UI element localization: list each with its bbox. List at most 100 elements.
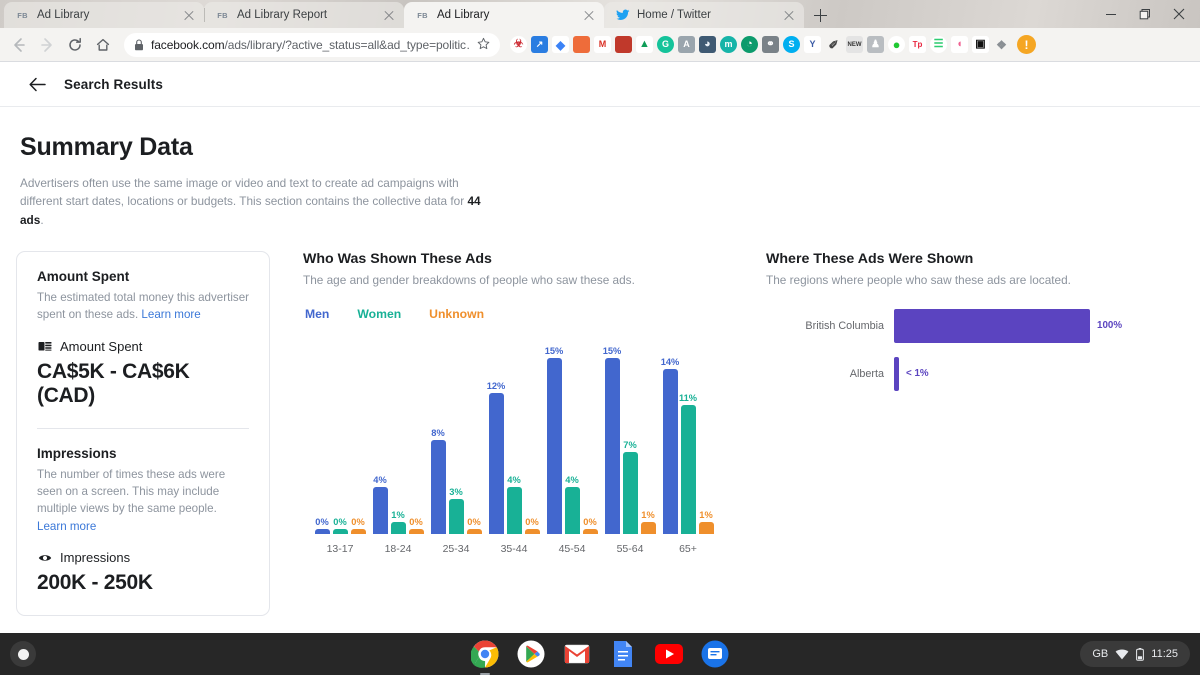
diamond-extension-icon[interactable]: ◆ — [552, 36, 569, 53]
lock-icon — [134, 38, 144, 51]
circle-m-extension-icon[interactable]: m — [720, 36, 737, 53]
chrome-app-icon[interactable] — [470, 639, 500, 669]
amount-spent-learn-more-link[interactable]: Learn more — [141, 308, 200, 321]
browser-toolbar: facebook.com/ads/library/?active_status=… — [0, 28, 1200, 62]
bar-women-35-44[interactable]: 4% — [506, 475, 522, 534]
yandex-extension-icon[interactable]: Y — [804, 36, 821, 53]
new-tab-button[interactable] — [806, 2, 834, 28]
close-icon[interactable] — [582, 8, 596, 22]
facebook-icon: FB — [217, 10, 228, 20]
address-bar[interactable]: facebook.com/ads/library/?active_status=… — [124, 32, 500, 57]
bar-value-label: 15% — [544, 345, 564, 356]
docs-app-icon[interactable] — [608, 639, 638, 669]
shield-extension-icon[interactable]: ⚭ — [762, 36, 779, 53]
bar-unknown-45-54[interactable]: 0% — [582, 517, 598, 534]
chart-legend: Men Women Unknown — [303, 307, 730, 321]
diagonal-arrow-extension-icon[interactable]: ↗ — [531, 36, 548, 53]
bar-unknown-18-24[interactable]: 0% — [408, 517, 424, 534]
moon-extension-icon[interactable]: ◕ — [699, 36, 716, 53]
eyedropper-extension-icon[interactable]: ✐ — [825, 36, 842, 53]
forward-icon[interactable] — [34, 32, 60, 58]
play-store-app-icon[interactable] — [516, 639, 546, 669]
picture-in-picture-extension-icon[interactable]: ▣ — [972, 36, 989, 53]
browser-tab-4[interactable]: Home / Twitter — [604, 2, 804, 28]
bar-unknown-65+[interactable]: 1% — [698, 510, 714, 534]
browser-tab-1[interactable]: FB Ad Library — [4, 2, 204, 28]
close-icon[interactable] — [782, 8, 796, 22]
tab-title: Ad Library Report — [237, 9, 328, 21]
bar-value-label: 0% — [315, 516, 329, 527]
region-value-label: 100% — [1097, 320, 1123, 332]
profile-avatar[interactable]: ! — [1017, 35, 1036, 54]
honey-extension-icon[interactable]: ☣ — [510, 36, 527, 53]
system-tray[interactable]: GB 11:25 — [1080, 641, 1190, 667]
bar-women-25-34[interactable]: 3% — [448, 487, 464, 534]
bar-men-13-17[interactable]: 0% — [314, 517, 330, 534]
summary-subtitle: Advertisers often use the same image or … — [0, 174, 500, 229]
regions-bar-list: British Columbia 100% Alberta < 1% — [766, 308, 1200, 391]
demographics-section: Who Was Shown These Ads The age and gend… — [270, 251, 730, 555]
legend-item-men[interactable]: Men — [305, 307, 329, 321]
youtube-app-icon[interactable] — [654, 639, 684, 669]
bar-men-35-44[interactable]: 12% — [487, 381, 505, 534]
amount-spent-title: Amount Spent — [37, 268, 130, 284]
legend-item-women[interactable]: Women — [357, 307, 401, 321]
region-bar-alberta[interactable] — [894, 356, 899, 391]
person-extension-icon[interactable]: ♟ — [867, 36, 884, 53]
bar-women-55-64[interactable]: 7% — [622, 440, 638, 534]
bookmark-star-icon[interactable] — [477, 37, 490, 53]
google-drive-extension-icon[interactable]: ▲ — [636, 36, 653, 53]
bar-unknown-55-64[interactable]: 1% — [640, 510, 656, 534]
bar-value-label: 14% — [660, 357, 680, 368]
gmail-extension-icon[interactable]: M — [594, 36, 611, 53]
bar-unknown-25-34[interactable]: 0% — [466, 517, 482, 534]
amount-spent-metric-label: Amount Spent — [60, 338, 143, 354]
close-icon[interactable] — [382, 8, 396, 22]
page-content: Search Results Summary Data Advertisers … — [0, 62, 1200, 633]
minimize-button[interactable] — [1094, 0, 1128, 28]
bar-unknown-35-44[interactable]: 0% — [524, 517, 540, 534]
browser-tab-2[interactable]: FB Ad Library Report — [204, 2, 404, 28]
close-icon[interactable] — [182, 8, 196, 22]
clock-extension-icon[interactable]: ◔ — [741, 36, 758, 53]
new-badge-extension-icon[interactable]: NEW — [846, 36, 863, 53]
green-drop-extension-icon[interactable]: ● — [888, 36, 905, 53]
browser-tab-3-active[interactable]: FB Ad Library — [404, 2, 604, 28]
bar-men-55-64[interactable]: 15% — [603, 346, 621, 534]
bar-women-65+[interactable]: 11% — [679, 393, 697, 534]
legend-item-unknown[interactable]: Unknown — [429, 307, 484, 321]
skype-extension-icon[interactable]: S — [783, 36, 800, 53]
bar-value-label: 0% — [351, 516, 365, 527]
messages-app-icon[interactable] — [700, 639, 730, 669]
bar-men-18-24[interactable]: 4% — [372, 475, 388, 534]
close-window-button[interactable] — [1162, 0, 1196, 28]
bar-men-45-54[interactable]: 15% — [545, 346, 563, 534]
gmail-app-icon[interactable] — [562, 639, 592, 669]
pill-extension-icon[interactable]: ☰ — [930, 36, 947, 53]
home-icon[interactable] — [90, 32, 116, 58]
book-extension-icon[interactable] — [615, 36, 632, 53]
speaker-extension-icon[interactable]: ◖ — [951, 36, 968, 53]
region-bar-british-columbia[interactable] — [894, 308, 1090, 343]
launcher-icon[interactable] — [10, 641, 36, 667]
bar-unknown-13-17[interactable]: 0% — [350, 517, 366, 534]
back-arrow-icon[interactable] — [28, 75, 46, 93]
bar-women-18-24[interactable]: 1% — [390, 510, 406, 534]
bar-men-25-34[interactable]: 8% — [430, 428, 446, 534]
puzzle-extension-icon[interactable]: ❖ — [993, 36, 1010, 53]
bar-men-65+[interactable]: 14% — [661, 357, 679, 534]
reload-icon[interactable] — [62, 32, 88, 58]
printer-extension-icon[interactable]: A — [678, 36, 695, 53]
maximize-button[interactable] — [1128, 0, 1162, 28]
bar-group: 0% 0% 0% — [311, 329, 369, 534]
bar-group: 12% 4% 0% — [485, 329, 543, 534]
url-path: /ads/library/?active_status=all&ad_type=… — [224, 37, 470, 52]
bar-value-label: 0% — [583, 516, 597, 527]
back-icon[interactable] — [6, 32, 32, 58]
grammarly-extension-icon[interactable]: G — [657, 36, 674, 53]
bar-women-45-54[interactable]: 4% — [564, 475, 580, 534]
bar-women-13-17[interactable]: 0% — [332, 517, 348, 534]
impressions-learn-more-link[interactable]: Learn more — [37, 520, 96, 533]
tp-extension-icon[interactable]: Tp — [909, 36, 926, 53]
notebook-extension-icon[interactable] — [573, 36, 590, 53]
